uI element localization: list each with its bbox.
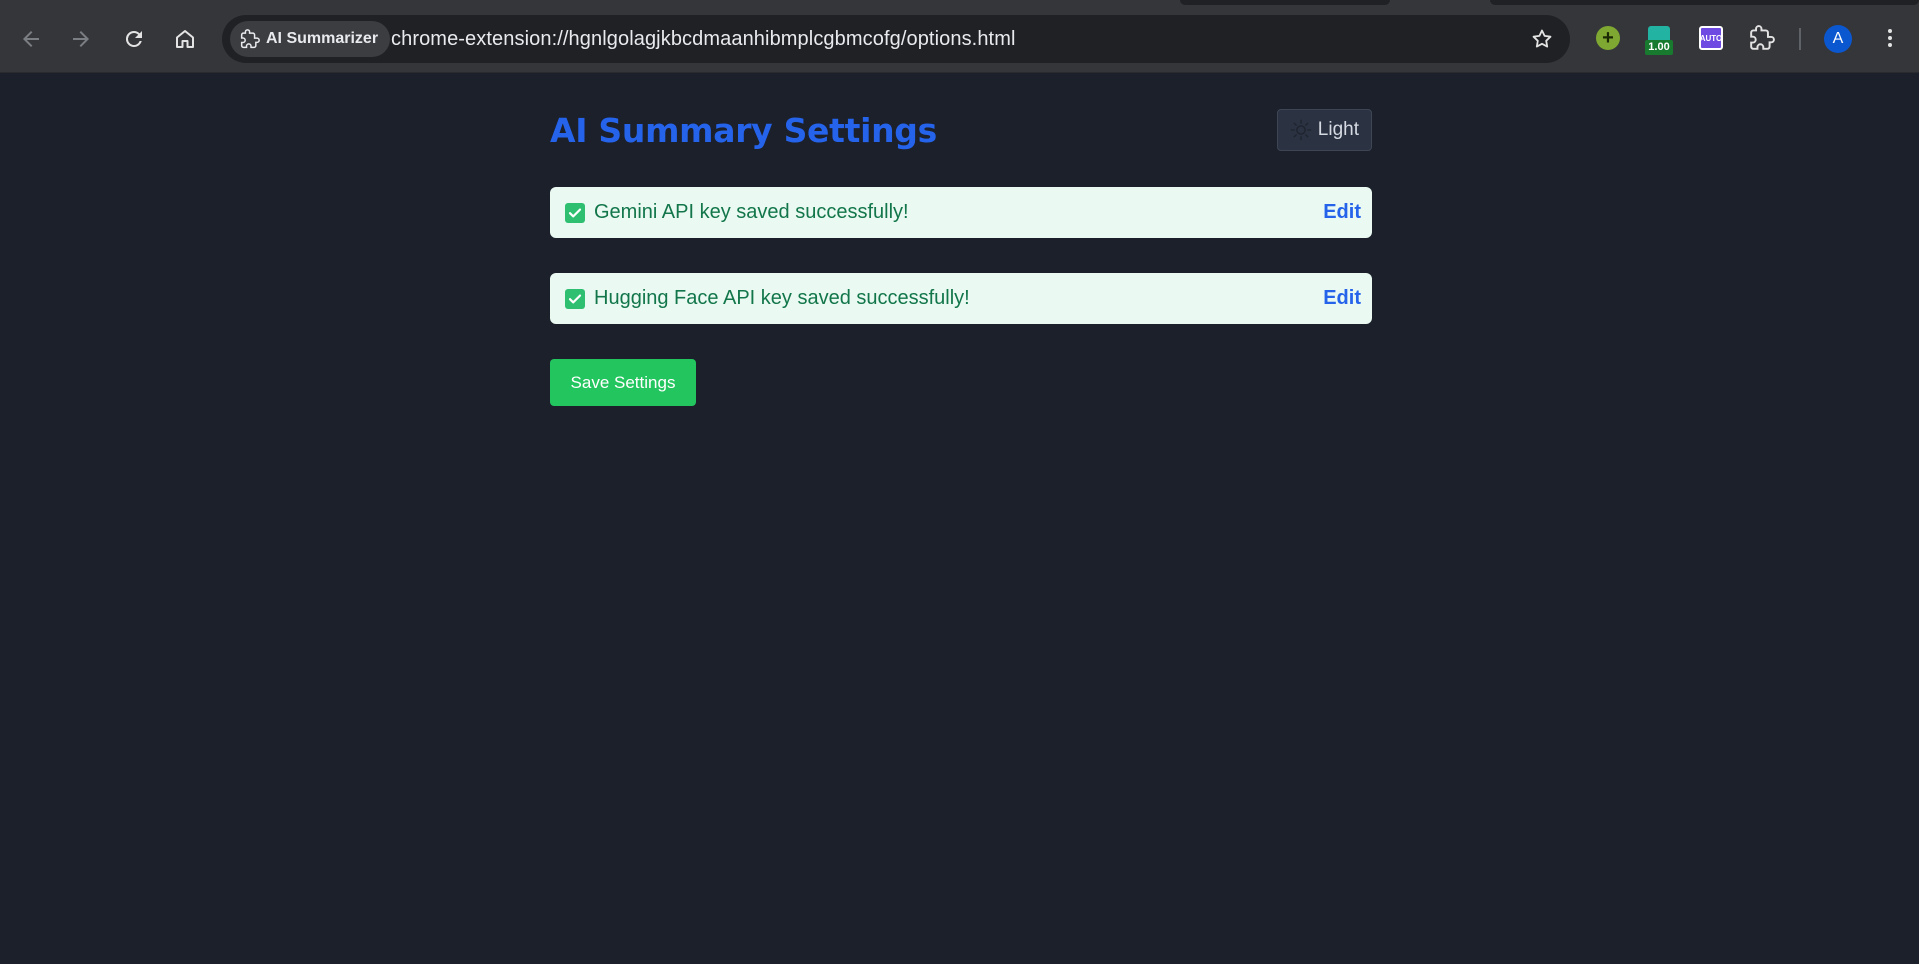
site-chip-label: AI Summarizer [266,30,379,47]
more-vertical-icon [1888,29,1892,47]
extension-badge-counter[interactable]: 1.00 [1645,26,1673,56]
browser-toolbar: AI Summarizer chrome-extension://hgnlgol… [0,0,1919,73]
edit-huggingface-key-link[interactable]: Edit [1323,287,1361,310]
puzzle-icon [1750,25,1775,50]
tab-edge [1180,0,1390,5]
header-row: AI Summary Settings Light [550,109,1372,153]
address-bar[interactable]: AI Summarizer chrome-extension://hgnlgol… [222,15,1570,63]
extension-badge: 1.00 [1645,40,1673,55]
extension-purple[interactable]: AUTO [1697,24,1725,52]
home-button[interactable] [165,19,205,59]
purple-extension-icon: AUTO [1699,26,1723,50]
save-settings-button[interactable]: Save Settings [550,359,696,406]
sun-icon [1290,119,1312,141]
extension-puzzle-icon [240,29,260,49]
extension-teal-icon [1648,26,1670,40]
extensions-menu-button[interactable] [1748,24,1776,52]
star-icon [1532,29,1552,48]
browser-menu-button[interactable] [1876,24,1904,52]
url-text[interactable]: chrome-extension://hgnlgolagjkbcdmaanhib… [391,28,1016,51]
reload-button[interactable] [114,19,154,59]
site-info-chip[interactable]: AI Summarizer [230,21,391,57]
profile-avatar[interactable]: A [1824,25,1852,53]
forward-button[interactable] [61,19,101,59]
back-button[interactable] [11,19,51,59]
reload-icon [125,30,142,47]
edit-gemini-key-link[interactable]: Edit [1323,201,1361,224]
toolbar-divider [1799,28,1801,50]
bookmark-star-button[interactable] [1528,25,1556,53]
status-message: Gemini API key saved successfully! [594,201,909,223]
home-icon [176,30,194,48]
plus-circle-icon: + [1596,26,1620,50]
theme-toggle-label: Light [1317,119,1359,140]
page-title: AI Summary Settings [550,111,937,150]
checkmark-icon [565,203,585,223]
checkmark-icon [565,289,585,309]
theme-toggle-button[interactable]: Light [1276,109,1372,151]
huggingface-key-status: Hugging Face API key saved successfully!… [550,273,1372,324]
back-arrow-icon [23,31,39,47]
tab-edge [1490,0,1919,5]
status-message: Hugging Face API key saved successfully! [594,287,970,309]
forward-arrow-icon [73,31,89,47]
extension-green-plus[interactable]: + [1594,24,1622,52]
gemini-key-status: Gemini API key saved successfully! Edit [550,187,1372,238]
